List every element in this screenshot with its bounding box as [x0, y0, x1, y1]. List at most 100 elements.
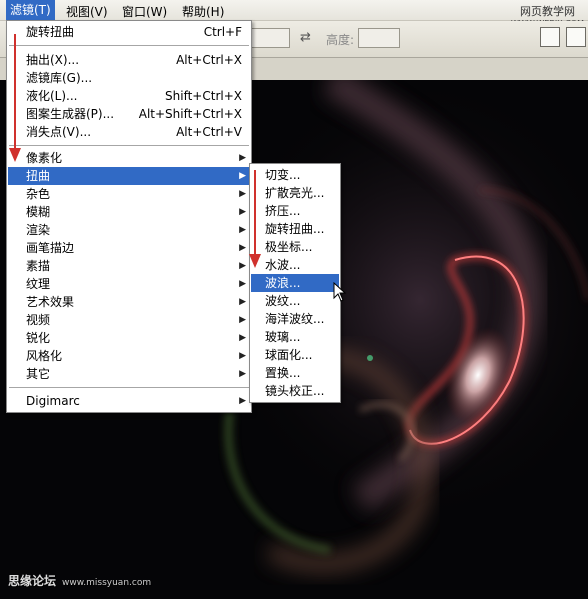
- menu-separator: [9, 45, 249, 47]
- height-field[interactable]: [358, 28, 400, 48]
- menu-help[interactable]: 帮助(H): [178, 3, 228, 20]
- menu-item-label: 模糊: [26, 205, 51, 219]
- submenu-item-label: 球面化...: [265, 348, 313, 362]
- menu-item-label: 锐化: [26, 331, 51, 345]
- menu-item-label: 画笔描边: [26, 241, 75, 255]
- submenu-item-lens-correction[interactable]: 镜头校正...: [251, 382, 339, 400]
- submenu-item-spherize[interactable]: 球面化...: [251, 346, 339, 364]
- menu-item-label: 风格化: [26, 349, 63, 363]
- submenu-item-shear[interactable]: 切变...: [251, 166, 339, 184]
- menu-item-label: 纹理: [26, 277, 51, 291]
- forum-watermark-name: 思缘论坛: [8, 574, 57, 588]
- menu-item-label: 图案生成器(P)...: [26, 107, 115, 121]
- submenu-item-label: 扩散亮光...: [265, 186, 325, 200]
- menu-item-other[interactable]: 其它 ▶: [8, 365, 250, 383]
- submenu-arrow-icon: ▶: [239, 369, 246, 379]
- submenu-item-glass[interactable]: 玻璃...: [251, 328, 339, 346]
- submenu-item-ocean-ripple[interactable]: 海洋波纹...: [251, 310, 339, 328]
- submenu-item-label: 波浪...: [265, 276, 301, 290]
- menu-item-label: 旋转扭曲: [26, 25, 75, 39]
- menu-item-label: Digimarc: [26, 394, 80, 408]
- annotation-arrow-icon: [9, 34, 21, 162]
- submenu-item-zigzag[interactable]: 水波...: [251, 256, 339, 274]
- menu-item-pixelate[interactable]: 像素化 ▶: [8, 149, 250, 167]
- submenu-item-label: 海洋波纹...: [265, 312, 325, 326]
- mouse-cursor-icon: [333, 282, 347, 302]
- menu-item-sharpen[interactable]: 锐化 ▶: [8, 329, 250, 347]
- menu-filter[interactable]: 滤镜(T): [6, 0, 55, 20]
- menu-item-shortcut: Ctrl+F: [203, 25, 242, 39]
- menu-separator: [9, 145, 249, 147]
- menu-item-label: 艺术效果: [26, 295, 75, 309]
- menu-item-liquify[interactable]: 液化(L)... Shift+Ctrl+X: [8, 87, 250, 105]
- menu-item-stylize[interactable]: 风格化 ▶: [8, 347, 250, 365]
- submenu-arrow-icon: ▶: [239, 225, 246, 235]
- submenu-item-label: 置换...: [265, 366, 301, 380]
- submenu-arrow-icon: ▶: [239, 333, 246, 343]
- submenu-arrow-icon: ▶: [239, 297, 246, 307]
- menu-item-last-filter[interactable]: 旋转扭曲 Ctrl+F: [8, 23, 250, 41]
- submenu-arrow-icon: ▶: [239, 153, 246, 163]
- menu-item-label: 其它: [26, 367, 51, 381]
- menu-bar: 滤镜(T) 视图(V) 窗口(W) 帮助(H) 网页教学网 WWW.WEBJX.…: [0, 0, 588, 28]
- site-watermark-name: 网页教学网: [520, 5, 575, 18]
- submenu-item-label: 水波...: [265, 258, 301, 272]
- submenu-item-diffuse-glow[interactable]: 扩散亮光...: [251, 184, 339, 202]
- menu-item-label: 消失点(V)...: [26, 125, 92, 139]
- height-label: 高度:: [326, 33, 355, 47]
- menu-item-label: 素描: [26, 259, 51, 273]
- palette-well-icon[interactable]: [566, 27, 586, 47]
- submenu-item-label: 玻璃...: [265, 330, 301, 344]
- menu-item-noise[interactable]: 杂色 ▶: [8, 185, 250, 203]
- menu-item-label: 液化(L)...: [26, 89, 78, 103]
- menu-item-shortcut: Alt+Ctrl+V: [176, 125, 242, 139]
- submenu-item-polar-coordinates[interactable]: 极坐标...: [251, 238, 339, 256]
- swap-dimensions-icon[interactable]: ⇄: [300, 30, 311, 45]
- menu-separator: [9, 387, 249, 389]
- submenu-arrow-icon: ▶: [239, 261, 246, 271]
- submenu-item-label: 切变...: [265, 168, 301, 182]
- menu-item-artistic[interactable]: 艺术效果 ▶: [8, 293, 250, 311]
- submenu-item-twirl[interactable]: 旋转扭曲...: [251, 220, 339, 238]
- submenu-item-wave[interactable]: 波浪...: [251, 274, 339, 292]
- menu-item-label: 抽出(X)...: [26, 53, 80, 67]
- submenu-arrow-icon: ▶: [239, 207, 246, 217]
- menu-item-brush-strokes[interactable]: 画笔描边 ▶: [8, 239, 250, 257]
- menu-item-pattern-maker[interactable]: 图案生成器(P)... Alt+Shift+Ctrl+X: [8, 105, 250, 123]
- submenu-arrow-icon: ▶: [239, 351, 246, 361]
- submenu-item-label: 旋转扭曲...: [265, 222, 325, 236]
- menu-item-label: 杂色: [26, 187, 51, 201]
- submenu-item-pinch[interactable]: 挤压...: [251, 202, 339, 220]
- menu-item-label: 渲染: [26, 223, 51, 237]
- submenu-arrow-icon: ▶: [239, 315, 246, 325]
- menu-item-sketch[interactable]: 素描 ▶: [8, 257, 250, 275]
- menu-view[interactable]: 视图(V): [62, 3, 112, 20]
- menu-item-video[interactable]: 视频 ▶: [8, 311, 250, 329]
- submenu-arrow-icon: ▶: [239, 396, 246, 406]
- menu-item-distort[interactable]: 扭曲 ▶: [8, 167, 250, 185]
- menu-item-vanishing-point[interactable]: 消失点(V)... Alt+Ctrl+V: [8, 123, 250, 141]
- menu-item-shortcut: Shift+Ctrl+X: [165, 89, 242, 103]
- menu-item-render[interactable]: 渲染 ▶: [8, 221, 250, 239]
- menu-item-blur[interactable]: 模糊 ▶: [8, 203, 250, 221]
- submenu-arrow-icon: ▶: [239, 171, 246, 181]
- menu-item-digimarc[interactable]: Digimarc ▶: [8, 392, 250, 410]
- menu-item-shortcut: Alt+Ctrl+X: [176, 53, 242, 67]
- submenu-item-label: 挤压...: [265, 204, 301, 218]
- submenu-item-ripple[interactable]: 波纹...: [251, 292, 339, 310]
- tool-preset-icon[interactable]: [540, 27, 560, 47]
- menu-window[interactable]: 窗口(W): [118, 3, 171, 20]
- menu-item-texture[interactable]: 纹理 ▶: [8, 275, 250, 293]
- menu-item-extract[interactable]: 抽出(X)... Alt+Ctrl+X: [8, 51, 250, 69]
- width-field[interactable]: [250, 28, 290, 48]
- menu-item-label: 视频: [26, 313, 51, 327]
- filter-menu: 旋转扭曲 Ctrl+F 抽出(X)... Alt+Ctrl+X 滤镜库(G)..…: [6, 20, 252, 413]
- submenu-arrow-icon: ▶: [239, 189, 246, 199]
- menu-item-label: 扭曲: [26, 169, 51, 183]
- submenu-arrow-icon: ▶: [239, 243, 246, 253]
- menu-item-filter-gallery[interactable]: 滤镜库(G)...: [8, 69, 250, 87]
- annotation-arrow-icon: [249, 170, 261, 268]
- submenu-item-displace[interactable]: 置换...: [251, 364, 339, 382]
- submenu-arrow-icon: ▶: [239, 279, 246, 289]
- submenu-item-label: 波纹...: [265, 294, 301, 308]
